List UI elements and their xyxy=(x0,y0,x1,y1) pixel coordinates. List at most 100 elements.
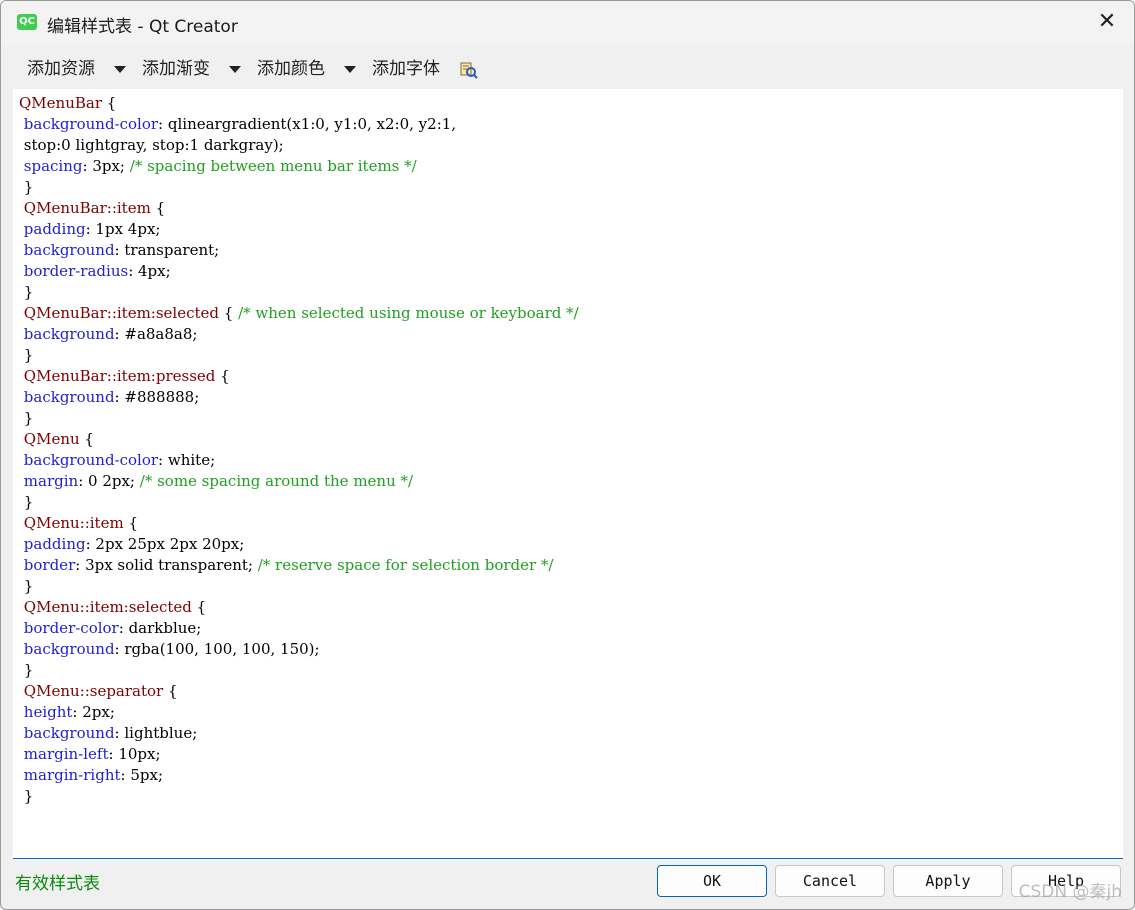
code-token: { xyxy=(150,199,166,217)
code-token: QMenu::item:selected xyxy=(23,598,192,616)
code-line: QMenu::separator { xyxy=(19,681,579,702)
code-token: background-color xyxy=(23,451,159,469)
code-line: } xyxy=(19,408,579,429)
code-token: : xyxy=(128,262,139,280)
code-token: } xyxy=(19,409,34,427)
code-line: } xyxy=(19,786,579,807)
code-token: { xyxy=(102,94,117,112)
code-token: : xyxy=(108,745,119,763)
validity-status-label: 有效样式表 xyxy=(15,874,100,894)
add-font-button[interactable]: 添加字体 xyxy=(372,51,440,87)
code-token: : xyxy=(158,115,168,133)
code-token: border xyxy=(23,556,76,574)
apply-button[interactable]: Apply xyxy=(893,865,1003,897)
code-token: { xyxy=(219,304,239,322)
code-token: margin-right xyxy=(23,766,121,784)
code-line: QMenuBar::item:selected { /* when select… xyxy=(19,303,579,324)
add-resource-button[interactable]: 添加资源 xyxy=(27,51,95,87)
code-token: #888888; xyxy=(124,388,200,406)
code-token: 4px; xyxy=(138,262,171,280)
code-token: margin-left xyxy=(23,745,109,763)
code-token: background xyxy=(23,325,115,343)
code-token: : xyxy=(85,220,96,238)
code-token: 2px 25px 2px 20px; xyxy=(95,535,245,553)
code-line: background-color: white; xyxy=(19,450,579,471)
code-token: : xyxy=(72,703,83,721)
watermark: CSDN @秦jh xyxy=(1018,882,1122,902)
window-title: 编辑样式表 - Qt Creator xyxy=(47,17,238,37)
code-line: background-color: qlineargradient(x1:0, … xyxy=(19,114,579,135)
code-line: QMenuBar::item { xyxy=(19,198,579,219)
title-bar: QC 编辑样式表 - Qt Creator ✕ xyxy=(1,1,1134,45)
code-token: { xyxy=(123,514,138,532)
code-line: } xyxy=(19,282,579,303)
code-line: background: lightblue; xyxy=(19,723,579,744)
code-token: 1px 4px; xyxy=(95,220,161,238)
toolbar: 添加资源 添加渐变 添加颜色 添加字体 xyxy=(15,51,1115,89)
add-resource-dropdown-icon[interactable] xyxy=(111,51,129,87)
code-line: background: rgba(100, 100, 100, 150); xyxy=(19,639,579,660)
cancel-button[interactable]: Cancel xyxy=(775,865,885,897)
add-color-button[interactable]: 添加颜色 xyxy=(257,51,325,87)
code-token: : xyxy=(82,157,93,175)
code-line: padding: 1px 4px; xyxy=(19,219,579,240)
code-token: QMenu xyxy=(23,430,80,448)
code-token: 0 2px; xyxy=(88,472,140,490)
code-token: : xyxy=(78,472,89,490)
code-token: height xyxy=(23,703,73,721)
add-gradient-button[interactable]: 添加渐变 xyxy=(142,51,210,87)
code-token: } xyxy=(19,787,34,805)
code-line: background: #888888; xyxy=(19,387,579,408)
add-gradient-dropdown-icon[interactable] xyxy=(226,51,244,87)
code-token: 2px; xyxy=(82,703,115,721)
close-button[interactable]: ✕ xyxy=(1080,1,1134,45)
code-token: background-color xyxy=(23,115,159,133)
code-token: lightblue; xyxy=(124,724,198,742)
code-token: padding xyxy=(23,220,86,238)
code-line: margin-right: 5px; xyxy=(19,765,579,786)
code-line: QMenu::item { xyxy=(19,513,579,534)
code-token: background xyxy=(23,388,115,406)
code-token: #a8a8a8; xyxy=(124,325,198,343)
code-token: QMenu::separator xyxy=(23,682,164,700)
code-token: QMenuBar::item:pressed xyxy=(23,367,216,385)
add-color-dropdown-icon[interactable] xyxy=(341,51,359,87)
code-token: 10px; xyxy=(118,745,161,763)
code-line: QMenu::item:selected { xyxy=(19,597,579,618)
font-picker-icon[interactable] xyxy=(459,60,479,80)
code-token: : xyxy=(158,451,168,469)
code-token: } xyxy=(19,493,34,511)
code-token: /* when selected using mouse or keyboard… xyxy=(238,304,579,322)
code-line: background: #a8a8a8; xyxy=(19,324,579,345)
code-token: : xyxy=(75,556,86,574)
code-token: QMenuBar::item xyxy=(23,199,151,217)
code-line: spacing: 3px; /* spacing between menu ba… xyxy=(19,156,579,177)
code-token: { xyxy=(215,367,230,385)
code-token: padding xyxy=(23,535,86,553)
code-line: height: 2px; xyxy=(19,702,579,723)
stylesheet-text-editor[interactable]: QMenuBar { background-color: qlineargrad… xyxy=(13,89,1123,859)
code-token: : xyxy=(120,766,131,784)
code-token: : xyxy=(118,619,129,637)
code-line: margin-left: 10px; xyxy=(19,744,579,765)
code-token: stop:0 lightgray, stop:1 darkgray); xyxy=(19,136,284,154)
code-token: margin xyxy=(23,472,79,490)
code-token: background xyxy=(23,241,115,259)
code-token: 5px; xyxy=(130,766,164,784)
code-token: QMenuBar::item:selected xyxy=(23,304,220,322)
code-line: background: transparent; xyxy=(19,240,579,261)
qt-creator-app-icon: QC xyxy=(17,14,37,30)
code-token: } xyxy=(19,283,34,301)
code-token: QMenu::item xyxy=(23,514,124,532)
code-token: : xyxy=(114,325,125,343)
code-line: margin: 0 2px; /* some spacing around th… xyxy=(19,471,579,492)
code-token: background xyxy=(23,640,115,658)
code-token: /* reserve space for selection border */ xyxy=(257,556,554,574)
ok-button[interactable]: OK xyxy=(657,865,767,897)
code-token: QMenuBar xyxy=(19,94,102,112)
code-token: border-radius xyxy=(23,262,129,280)
code-line: border: 3px solid transparent; /* reserv… xyxy=(19,555,579,576)
code-line: border-radius: 4px; xyxy=(19,261,579,282)
code-line: } xyxy=(19,345,579,366)
code-line: } xyxy=(19,492,579,513)
